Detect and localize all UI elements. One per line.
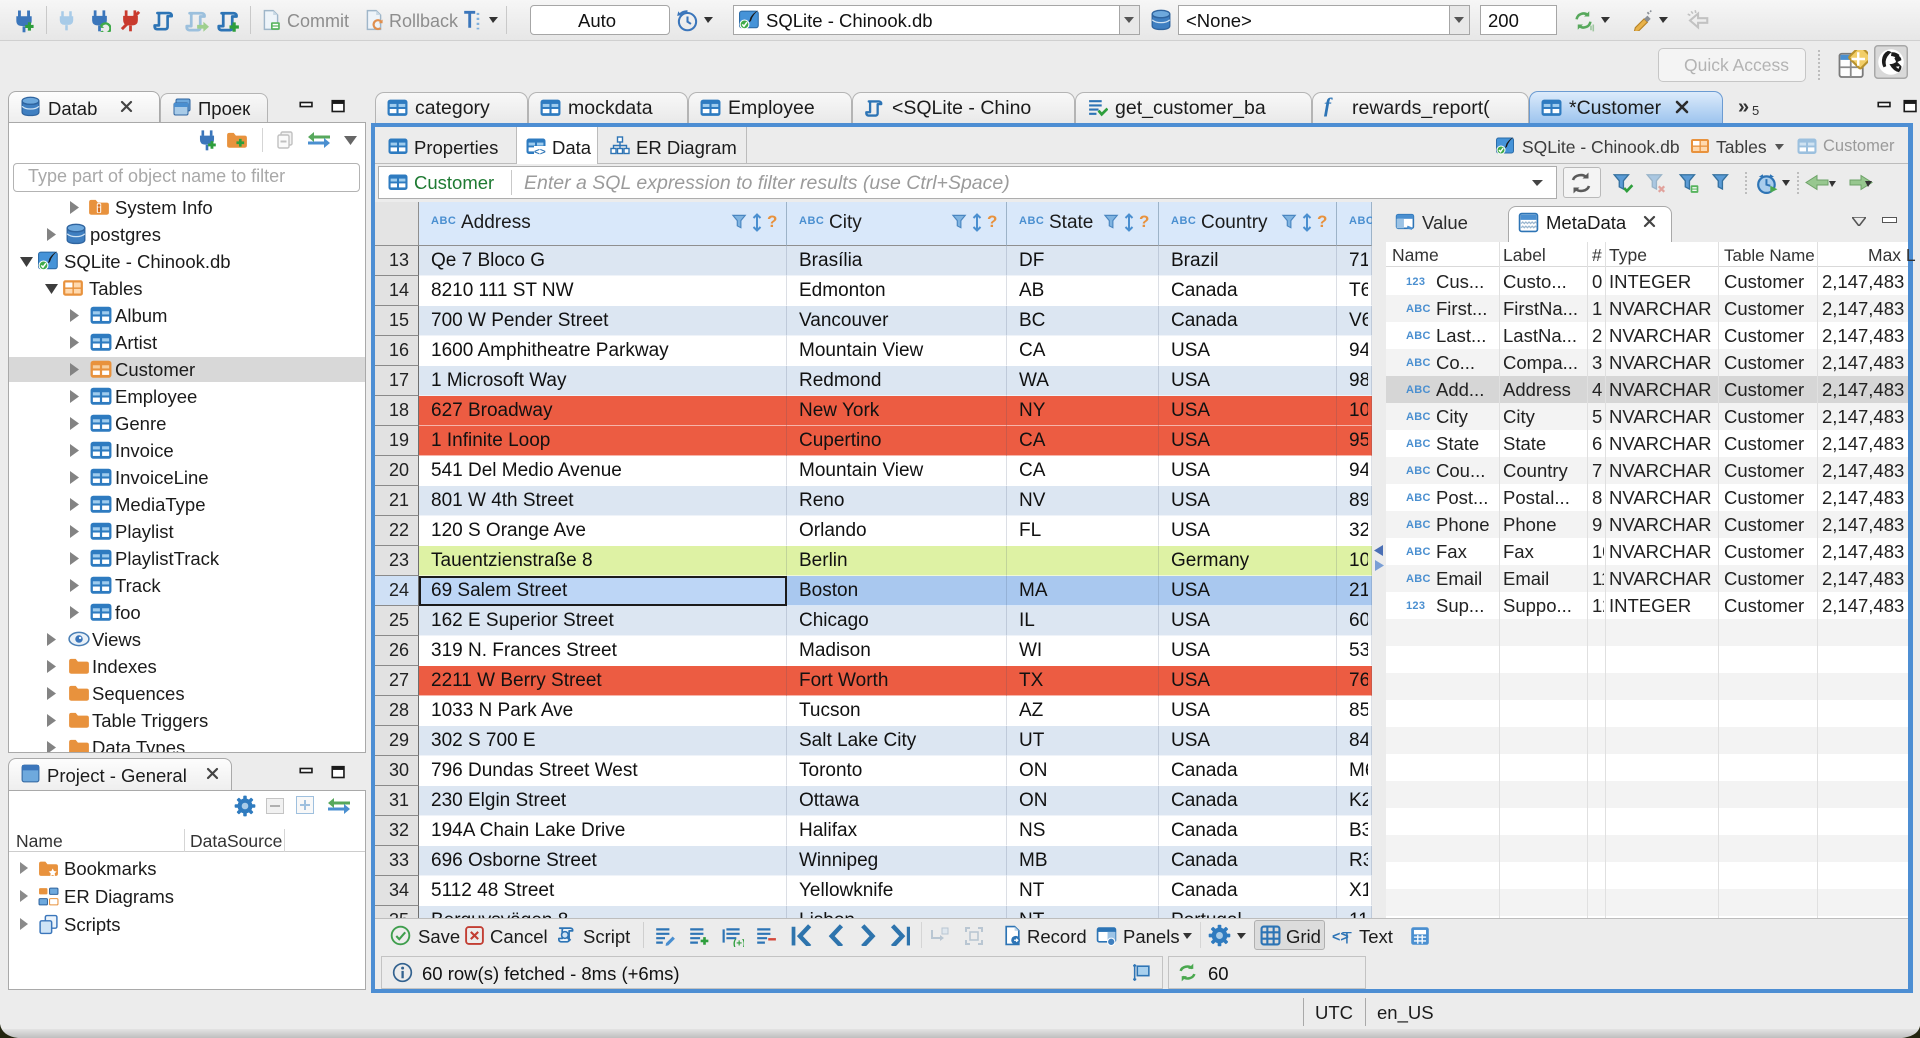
svg-text:<>: <> [534, 147, 546, 156]
svg-text:(+): (+) [733, 938, 744, 947]
svg-text:T: T [1342, 930, 1352, 947]
